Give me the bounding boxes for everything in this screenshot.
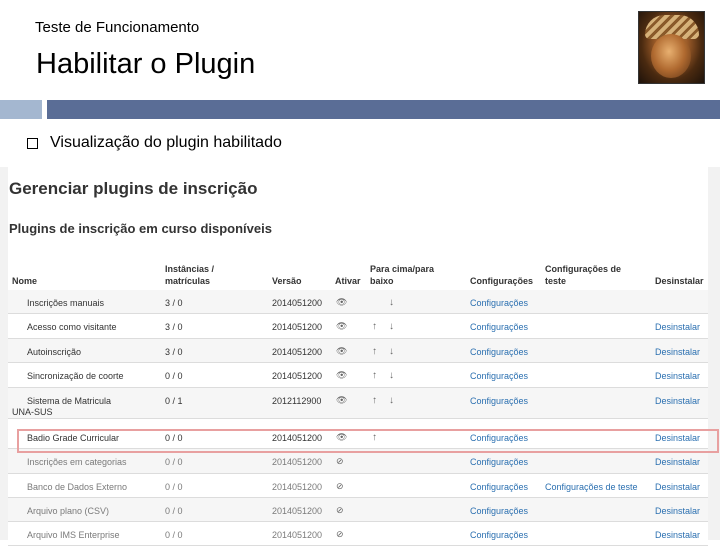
eye-icon[interactable]: 👁 xyxy=(336,297,347,308)
settings-link[interactable]: Configurações xyxy=(470,482,528,492)
plugin-instances: 3 / 0 xyxy=(165,322,183,332)
settings-link[interactable]: Configurações xyxy=(470,506,528,516)
row-divider xyxy=(8,313,708,314)
eye-icon[interactable]: 👁 xyxy=(336,395,347,406)
plugin-version: 2014051200 xyxy=(272,457,323,467)
bullet-text: Visualização do plugin habilitado xyxy=(50,134,282,151)
highlight-box xyxy=(17,429,719,453)
plugin-version: 2014051200 xyxy=(272,482,323,492)
row-divider xyxy=(8,521,708,522)
plugin-name: Acesso como visitante xyxy=(27,322,117,332)
plugin-name: Inscrições manuais xyxy=(27,298,105,308)
accent-bar-right xyxy=(47,100,720,119)
plugin-name: Banco de Dados Externo xyxy=(27,482,128,492)
col-header-name[interactable]: Nome xyxy=(12,275,37,287)
col-header-updown: Para cima/para baixo xyxy=(370,264,435,286)
uninstall-link[interactable]: Desinstalar xyxy=(655,322,700,332)
arrow-up-icon[interactable]: ↑ xyxy=(372,370,377,381)
section-title: Plugins de inscrição em curso disponívei… xyxy=(9,221,272,236)
eye-slash-icon[interactable]: ⊘ xyxy=(336,505,344,516)
settings-link[interactable]: Configurações xyxy=(470,457,528,467)
plugin-version: 2014051200 xyxy=(272,322,323,332)
plugin-instances: 3 / 0 xyxy=(165,347,183,357)
eye-slash-icon[interactable]: ⊘ xyxy=(336,481,344,492)
plugin-instances: 0 / 0 xyxy=(165,371,183,381)
uninstall-link[interactable]: Desinstalar xyxy=(655,506,700,516)
uninstall-link[interactable]: Desinstalar xyxy=(655,530,700,540)
col-header-uninstall: Desinstalar xyxy=(655,276,704,286)
col-header-settings: Configurações xyxy=(470,276,534,286)
arrow-down-icon[interactable]: ↓ xyxy=(389,321,394,332)
bullet-item: Visualização do plugin habilitado xyxy=(27,134,282,152)
arrow-down-icon[interactable]: ↓ xyxy=(389,370,394,381)
col-header-enable: Ativar xyxy=(335,276,361,286)
row-divider xyxy=(8,473,708,474)
eye-icon[interactable]: 👁 xyxy=(336,370,347,381)
settings-link[interactable]: Configurações xyxy=(470,298,528,308)
settings-link[interactable]: Configurações xyxy=(470,530,528,540)
settings-link[interactable]: Configurações xyxy=(470,396,528,406)
plugin-version: 2014051200 xyxy=(272,530,323,540)
arrow-up-icon[interactable]: ↑ xyxy=(372,395,377,406)
settings-link[interactable]: Configurações xyxy=(470,322,528,332)
portrait-image xyxy=(638,11,705,84)
accent-bar-left xyxy=(0,100,42,119)
plugin-name: Inscrições em categorias xyxy=(27,457,127,467)
row-stripe xyxy=(8,339,708,363)
plugin-name: Sincronização de coorte xyxy=(27,371,124,381)
row-stripe xyxy=(8,498,708,522)
row-divider xyxy=(8,418,708,419)
eye-slash-icon[interactable]: ⊘ xyxy=(336,456,344,467)
uninstall-link[interactable]: Desinstalar xyxy=(655,457,700,467)
arrow-down-icon[interactable]: ↓ xyxy=(389,346,394,357)
plugin-name: Autoinscrição xyxy=(27,347,82,357)
plugin-instances: 0 / 0 xyxy=(165,530,183,540)
col-header-test-settings: Configurações de teste xyxy=(545,264,622,286)
slide-title: Habilitar o Plugin xyxy=(36,48,256,80)
settings-link[interactable]: Configurações xyxy=(470,371,528,381)
plugin-instances: 0 / 1 xyxy=(165,396,183,406)
arrow-down-icon[interactable]: ↓ xyxy=(389,395,394,406)
plugin-name: Arquivo IMS Enterprise xyxy=(27,530,120,540)
uninstall-link[interactable]: Desinstalar xyxy=(655,482,700,492)
uninstall-link[interactable]: Desinstalar xyxy=(655,347,700,357)
page-title: Gerenciar plugins de inscrição xyxy=(9,179,258,198)
uninstall-link[interactable]: Desinstalar xyxy=(655,396,700,406)
plugin-instances: 0 / 0 xyxy=(165,506,183,516)
plugin-instances: 0 / 0 xyxy=(165,482,183,492)
settings-link[interactable]: Configurações xyxy=(470,347,528,357)
eye-slash-icon[interactable]: ⊘ xyxy=(336,529,344,540)
plugin-version: 2014051200 xyxy=(272,298,323,308)
slide-subtitle: Teste de Funcionamento xyxy=(35,19,200,36)
col-header-version: Versão xyxy=(272,276,302,286)
test-settings-link[interactable]: Configurações de teste xyxy=(545,482,638,492)
plugin-instances: 3 / 0 xyxy=(165,298,183,308)
arrow-up-icon[interactable]: ↑ xyxy=(372,321,377,332)
plugin-version: 2014051200 xyxy=(272,347,323,357)
plugin-version: 2012112900 xyxy=(272,396,322,406)
arrow-down-icon[interactable]: ↓ xyxy=(389,297,394,308)
plugin-version: 2014051200 xyxy=(272,371,323,381)
plugin-instances: 0 / 0 xyxy=(165,457,183,467)
plugin-name: Sistema de Matricula UNA-SUS xyxy=(12,396,112,417)
eye-icon[interactable]: 👁 xyxy=(336,346,347,357)
plugin-name: Arquivo plano (CSV) xyxy=(27,506,110,516)
row-stripe xyxy=(8,290,708,314)
col-header-instances: Instâncias / matrículas xyxy=(165,264,215,286)
row-divider xyxy=(8,362,708,363)
checkbox-bullet-icon xyxy=(27,137,38,149)
eye-icon[interactable]: 👁 xyxy=(336,321,347,332)
plugin-version: 2014051200 xyxy=(272,506,323,516)
uninstall-link[interactable]: Desinstalar xyxy=(655,371,700,381)
arrow-up-icon[interactable]: ↑ xyxy=(372,346,377,357)
